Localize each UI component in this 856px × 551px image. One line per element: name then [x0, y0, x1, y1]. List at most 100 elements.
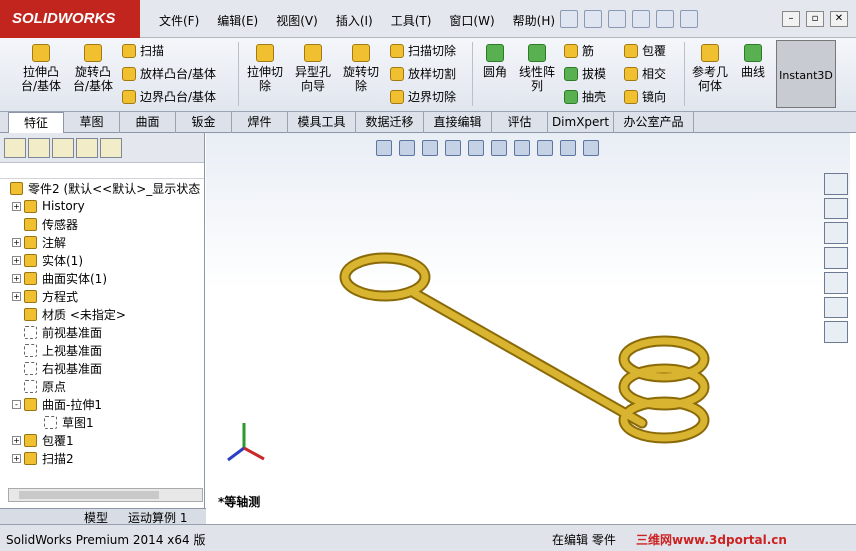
- view-settings-icon[interactable]: [583, 140, 599, 156]
- tree-item[interactable]: 材质 <未指定>: [0, 305, 204, 323]
- tree-item[interactable]: + 曲面实体(1): [0, 269, 204, 287]
- loft-button[interactable]: 放样凸台/基体: [122, 65, 216, 82]
- sketch-icon: [44, 415, 57, 429]
- zoom-area-icon[interactable]: [399, 140, 415, 156]
- curves-button[interactable]: 曲线: [736, 44, 770, 79]
- appearances-icon[interactable]: [824, 296, 848, 319]
- graphics-viewport[interactable]: [206, 133, 850, 524]
- edit-appearance-icon[interactable]: [537, 140, 553, 156]
- plane-icon: [24, 361, 37, 375]
- configuration-manager-icon[interactable]: [52, 137, 74, 158]
- tab-surfaces[interactable]: 曲面: [120, 112, 176, 133]
- tree-root[interactable]: 零件2 (默认<<默认>_显示状态: [0, 179, 204, 197]
- tree-item[interactable]: 前视基准面: [0, 323, 204, 341]
- menu-window[interactable]: 窗口(W): [440, 12, 503, 29]
- apply-scene-icon[interactable]: [560, 140, 576, 156]
- tree-item[interactable]: + 包覆1: [0, 431, 204, 449]
- intersect-button[interactable]: 相交: [624, 65, 666, 82]
- tree-item[interactable]: + History: [0, 197, 204, 215]
- menu-help[interactable]: 帮助(H): [504, 12, 564, 29]
- home-icon[interactable]: [824, 197, 848, 220]
- wrap-button[interactable]: 包覆: [624, 42, 666, 59]
- property-manager-icon[interactable]: [28, 137, 50, 158]
- draft-button[interactable]: 拔模: [564, 65, 606, 82]
- view-palette-icon[interactable]: [824, 271, 848, 294]
- tree-item[interactable]: 草图1: [0, 413, 204, 431]
- tab-mold-tools[interactable]: 模具工具: [288, 112, 356, 133]
- zoom-to-fit-icon[interactable]: [376, 140, 392, 156]
- tab-weldments[interactable]: 焊件: [232, 112, 288, 133]
- select-arrow-icon[interactable]: [680, 10, 698, 28]
- minimize-button[interactable]: –: [782, 11, 800, 27]
- menu-tools[interactable]: 工具(T): [382, 12, 441, 29]
- sweep-button[interactable]: 扫描: [122, 42, 164, 59]
- display-style-icon[interactable]: [491, 140, 507, 156]
- tree-item[interactable]: + 方程式: [0, 287, 204, 305]
- ribbon-separator: [238, 42, 239, 106]
- tab-features[interactable]: 特征: [8, 112, 64, 133]
- tree-item[interactable]: 原点: [0, 377, 204, 395]
- new-file-icon[interactable]: [560, 10, 578, 28]
- revolve-cut-button[interactable]: 旋转切除: [340, 44, 382, 93]
- tree-item[interactable]: - 曲面-拉伸1: [0, 395, 204, 413]
- tree-item[interactable]: 右视基准面: [0, 359, 204, 377]
- boundary-cut-button[interactable]: 边界切除: [390, 88, 456, 105]
- file-explorer-icon[interactable]: [824, 247, 848, 269]
- section-view-icon[interactable]: [445, 140, 461, 156]
- tree-horizontal-scrollbar[interactable]: [8, 488, 203, 502]
- revolve-boss-button[interactable]: 旋转凸台/基体: [70, 44, 116, 93]
- mirror-button[interactable]: 镜向: [624, 88, 666, 105]
- tree-item[interactable]: + 实体(1): [0, 251, 204, 269]
- lofted-cut-button[interactable]: 放样切割: [390, 65, 456, 82]
- reference-geometry-button[interactable]: 参考几何体: [688, 44, 732, 93]
- tab-sketch[interactable]: 草图: [64, 112, 120, 133]
- tab-sheet-metal[interactable]: 钣金: [176, 112, 232, 133]
- view-orientation-icon[interactable]: [468, 140, 484, 156]
- custom-properties-icon[interactable]: [824, 321, 848, 344]
- tree-item[interactable]: 传感器: [0, 215, 204, 233]
- instant3d-button[interactable]: Instant3D: [776, 40, 836, 108]
- hide-show-items-icon[interactable]: [514, 140, 530, 156]
- part-icon: [10, 181, 23, 195]
- feature-manager-icon[interactable]: [4, 137, 26, 158]
- design-library-icon[interactable]: [824, 222, 848, 245]
- tree-item[interactable]: + 注解: [0, 233, 204, 251]
- solidworks-resources-icon[interactable]: [824, 173, 848, 195]
- menu-edit[interactable]: 编辑(E): [208, 12, 267, 29]
- extrude-cut-button[interactable]: 拉伸切除: [244, 44, 286, 93]
- fillet-button[interactable]: 圆角: [478, 44, 512, 79]
- tab-direct-editing[interactable]: 直接编辑: [424, 112, 492, 133]
- dimxpert-manager-icon[interactable]: [76, 137, 98, 158]
- linear-pattern-icon: [528, 44, 546, 62]
- surface-body-icon: [24, 271, 37, 285]
- save-icon[interactable]: [608, 10, 626, 28]
- rib-button[interactable]: 筋: [564, 42, 594, 59]
- print-icon[interactable]: [632, 10, 650, 28]
- undo-icon[interactable]: [656, 10, 674, 28]
- display-manager-icon[interactable]: [100, 137, 122, 158]
- boundary-boss-button[interactable]: 边界凸台/基体: [122, 88, 216, 105]
- tab-data-migration[interactable]: 数据迁移: [356, 112, 424, 133]
- tab-office-products[interactable]: 办公室产品: [614, 112, 694, 133]
- menu-insert[interactable]: 插入(I): [327, 12, 382, 29]
- intersect-icon: [624, 66, 638, 81]
- open-folder-icon[interactable]: [584, 10, 602, 28]
- menu-file[interactable]: 文件(F): [150, 12, 208, 29]
- tab-evaluate[interactable]: 评估: [492, 112, 548, 133]
- filter-icon[interactable]: [0, 163, 204, 179]
- hole-wizard-button[interactable]: 异型孔向导: [290, 44, 336, 93]
- previous-view-icon[interactable]: [422, 140, 438, 156]
- tab-dimxpert[interactable]: DimXpert: [548, 112, 614, 133]
- scrollbar-thumb[interactable]: [19, 491, 159, 499]
- close-button[interactable]: ✕: [830, 11, 848, 27]
- tree-item[interactable]: 上视基准面: [0, 341, 204, 359]
- ribbon-separator: [684, 42, 685, 106]
- extrude-boss-button[interactable]: 拉伸凸台/基体: [18, 44, 64, 93]
- tree-item[interactable]: + 扫描2: [0, 449, 204, 467]
- restore-button[interactable]: ▫: [806, 11, 824, 27]
- menu-view[interactable]: 视图(V): [267, 12, 327, 29]
- quick-access-toolbar: [560, 10, 698, 28]
- linear-pattern-button[interactable]: 线性阵列: [514, 44, 560, 93]
- swept-cut-button[interactable]: 扫描切除: [390, 42, 456, 59]
- shell-button[interactable]: 抽壳: [564, 88, 606, 105]
